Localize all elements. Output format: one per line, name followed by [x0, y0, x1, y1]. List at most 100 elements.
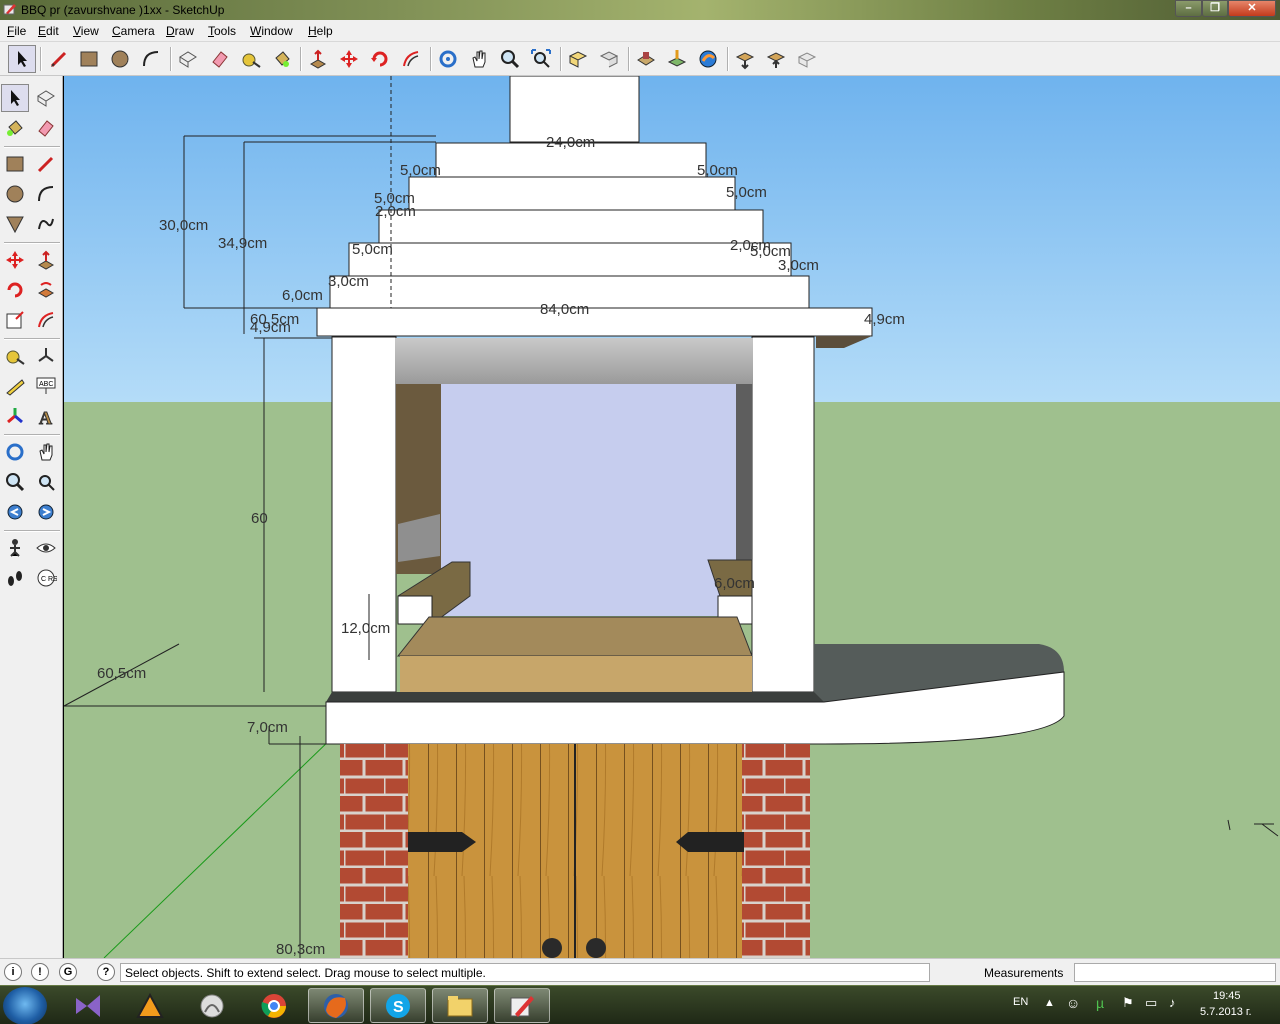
language-indicator[interactable]: EN — [1013, 996, 1028, 1008]
clock-date[interactable]: 5.7.2013 г. — [1200, 1006, 1252, 1018]
menu-window[interactable]: Window — [250, 24, 293, 38]
select-tool-icon[interactable] — [8, 45, 36, 73]
credits-icon[interactable]: ! — [31, 963, 49, 981]
minimize-button[interactable]: – — [1175, 0, 1202, 17]
polygon-tool-icon[interactable] — [1, 210, 29, 238]
make-component-icon[interactable] — [174, 45, 202, 73]
cap-step-2[interactable] — [408, 176, 736, 211]
axes-tool-icon[interactable] — [32, 342, 60, 370]
next-view-icon[interactable] — [32, 498, 60, 526]
utorrent-tray-icon[interactable]: µ — [1096, 995, 1104, 1011]
line-tool-icon[interactable] — [45, 45, 73, 73]
rectangle-tool-icon[interactable] — [1, 150, 29, 178]
cap-step-3[interactable] — [378, 209, 764, 244]
left-handle-icon[interactable] — [542, 938, 562, 958]
offset-tool-icon[interactable] — [397, 45, 425, 73]
paint-bucket-icon[interactable] — [1, 114, 29, 142]
orbit-tool-icon[interactable] — [434, 45, 462, 73]
model-drawing[interactable]: 24,0cm 5,0cm 5,0cm 5,0cm 5,0cm 2,0cm 2,0… — [64, 76, 1280, 958]
start-button[interactable] — [3, 987, 47, 1024]
next-view-icon[interactable] — [595, 45, 623, 73]
action-center-icon[interactable]: ⚑ — [1122, 995, 1134, 1011]
previous-view-icon[interactable] — [564, 45, 592, 73]
tape-measure-icon[interactable] — [237, 45, 265, 73]
arc-tool-icon[interactable] — [137, 45, 165, 73]
select-tool-icon[interactable] — [1, 84, 29, 112]
lintel[interactable] — [395, 338, 753, 384]
get-models-icon[interactable] — [632, 45, 660, 73]
show-hidden-icons[interactable]: ▲ — [1044, 997, 1055, 1009]
clock-time[interactable]: 19:45 — [1213, 990, 1241, 1002]
cap-slab[interactable] — [316, 307, 873, 337]
menu-tools[interactable]: Tools — [208, 24, 236, 38]
sketchup-task-icon[interactable] — [494, 988, 550, 1023]
menu-edit[interactable]: Edit — [38, 24, 59, 38]
line-tool-icon[interactable] — [32, 150, 60, 178]
rectangle-tool-icon[interactable] — [75, 45, 103, 73]
instructor-help-icon[interactable]: ? — [97, 963, 115, 981]
network-icon[interactable] — [184, 988, 240, 1023]
menu-draw[interactable]: Draw — [166, 24, 194, 38]
avast-icon[interactable] — [122, 988, 178, 1023]
tape-measure-icon[interactable] — [1, 342, 29, 370]
offset-tool-icon[interactable] — [32, 306, 60, 334]
circle-tool-icon[interactable] — [1, 180, 29, 208]
share-model-icon[interactable] — [663, 45, 691, 73]
3d-text-icon[interactable]: A — [32, 402, 60, 430]
skype-icon[interactable]: S — [370, 988, 426, 1023]
sign-in-icon[interactable]: G — [59, 963, 77, 981]
maximize-button[interactable]: ❐ — [1202, 0, 1228, 17]
chrome-icon[interactable] — [246, 988, 302, 1023]
pan-tool-icon[interactable] — [32, 438, 60, 466]
walk-tool-icon[interactable] — [1, 564, 29, 592]
pan-tool-icon[interactable] — [465, 45, 493, 73]
section-plane-icon[interactable]: C RS — [32, 564, 60, 592]
network-tray-icon[interactable]: ▭ — [1145, 995, 1157, 1011]
push-pull-icon[interactable] — [304, 45, 332, 73]
tray-smiley-icon[interactable]: ☺ — [1066, 995, 1080, 1011]
zoom-window-icon[interactable] — [32, 468, 60, 496]
position-camera-icon[interactable] — [1, 534, 29, 562]
eraser-tool-icon[interactable] — [206, 45, 234, 73]
freehand-tool-icon[interactable] — [32, 210, 60, 238]
google-earth-icon[interactable] — [694, 45, 722, 73]
move-tool-icon[interactable] — [335, 45, 363, 73]
measurements-input[interactable] — [1074, 963, 1276, 982]
right-handle-icon[interactable] — [586, 938, 606, 958]
zoom-tool-icon[interactable] — [496, 45, 524, 73]
axes-icon[interactable] — [1, 402, 29, 430]
photo-textures-icon[interactable] — [793, 45, 821, 73]
toggle-terrain-icon[interactable] — [762, 45, 790, 73]
get-current-view-icon[interactable] — [731, 45, 759, 73]
orbit-tool-icon[interactable] — [1, 438, 29, 466]
arc-tool-icon[interactable] — [32, 180, 60, 208]
menu-file[interactable]: File — [7, 24, 26, 38]
look-around-icon[interactable] — [32, 534, 60, 562]
push-pull-icon[interactable] — [32, 246, 60, 274]
menu-help[interactable]: Help — [308, 24, 333, 38]
eraser-tool-icon[interactable] — [32, 114, 60, 142]
paint-bucket-icon[interactable] — [268, 45, 296, 73]
zoom-extents-icon[interactable] — [527, 45, 555, 73]
firebox-floor[interactable] — [396, 616, 753, 657]
firefox-icon[interactable] — [308, 988, 364, 1023]
right-pillar[interactable] — [751, 336, 815, 693]
circle-tool-icon[interactable] — [106, 45, 134, 73]
cap-step-4[interactable] — [348, 242, 792, 277]
menu-camera[interactable]: Camera — [112, 24, 155, 38]
make-component-icon[interactable] — [32, 84, 60, 112]
protractor-icon[interactable] — [1, 372, 29, 400]
geo-location-icon[interactable]: i — [4, 963, 22, 981]
3d-viewport[interactable]: 24,0cm 5,0cm 5,0cm 5,0cm 5,0cm 2,0cm 2,0… — [64, 76, 1280, 958]
follow-me-icon[interactable] — [32, 276, 60, 304]
rotate-tool-icon[interactable] — [1, 276, 29, 304]
move-tool-icon[interactable] — [1, 246, 29, 274]
volume-icon[interactable]: ♪ — [1169, 995, 1176, 1010]
previous-view-icon[interactable] — [1, 498, 29, 526]
left-pillar[interactable] — [331, 336, 397, 693]
visual-studio-icon[interactable] — [60, 988, 116, 1023]
chimney[interactable] — [509, 76, 640, 143]
scale-tool-icon[interactable] — [1, 306, 29, 334]
menu-view[interactable]: View — [73, 24, 99, 38]
file-explorer-icon[interactable] — [432, 988, 488, 1023]
